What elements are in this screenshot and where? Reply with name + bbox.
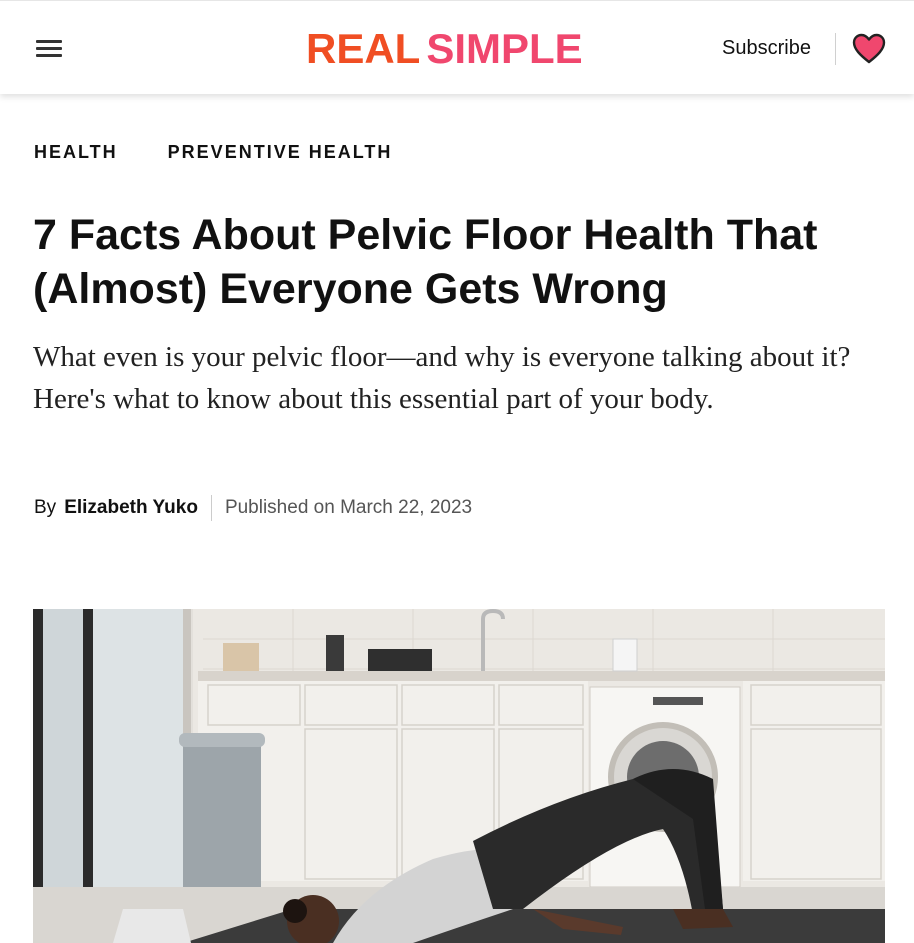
heart-icon[interactable]	[852, 33, 886, 65]
menu-bar	[36, 47, 62, 50]
site-header: REAL SIMPLE Subscribe	[0, 0, 914, 94]
logo-simple: SIMPLE	[426, 25, 583, 72]
byline-divider	[210, 495, 212, 521]
breadcrumb-health[interactable]: HEALTH	[34, 142, 118, 163]
breadcrumb-preventive-health[interactable]: PREVENTIVE HEALTH	[168, 142, 393, 163]
author-link[interactable]: Elizabeth Yuko	[64, 497, 198, 519]
published-date: Published on March 22, 2023	[224, 497, 473, 518]
logo-real: REAL	[306, 25, 421, 72]
hero-image	[33, 609, 885, 943]
breadcrumb: HEALTH PREVENTIVE HEALTH	[34, 142, 392, 163]
site-logo[interactable]: REAL SIMPLE	[306, 25, 583, 73]
menu-bar	[36, 40, 62, 43]
menu-bar	[36, 54, 62, 57]
hamburger-menu-icon[interactable]	[34, 35, 64, 61]
article-title: 7 Facts About Pelvic Floor Health That (…	[33, 211, 818, 313]
byline-by: By	[34, 497, 57, 518]
header-divider	[835, 33, 836, 65]
byline: By Elizabeth Yuko Published on March 22,…	[34, 494, 472, 522]
article-dek: What even is your pelvic floor—and why i…	[33, 341, 851, 415]
subscribe-link[interactable]: Subscribe	[722, 37, 811, 60]
